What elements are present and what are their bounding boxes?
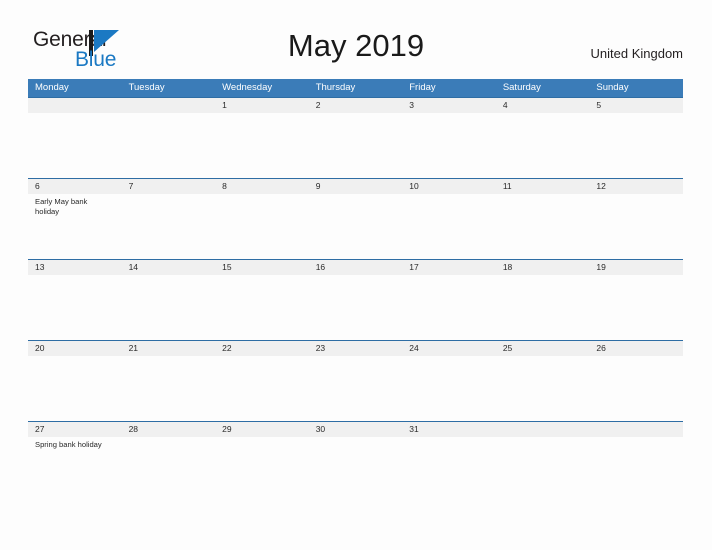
day-number: 8 bbox=[222, 181, 227, 191]
day-cell[interactable]: 13 bbox=[28, 259, 122, 340]
day-cell[interactable]: 1 bbox=[215, 97, 309, 178]
day-cell[interactable]: 8 bbox=[215, 178, 309, 259]
page-header: General Blue May 2019 United Kingdom bbox=[0, 0, 712, 78]
day-cell[interactable]: 22 bbox=[215, 340, 309, 421]
day-event: Early May bank holiday bbox=[35, 197, 88, 216]
day-number: 11 bbox=[502, 181, 512, 191]
day-cell[interactable]: 28 bbox=[122, 421, 216, 502]
day-cell[interactable]: 25 bbox=[496, 340, 590, 421]
week-row: 6 Early May bank holiday 7 8 9 10 11 12 bbox=[28, 178, 683, 259]
day-cell[interactable]: 24 bbox=[402, 340, 496, 421]
day-cell[interactable]: 9 bbox=[309, 178, 403, 259]
weekday-header-sunday: Sunday bbox=[596, 82, 629, 93]
day-number: 22 bbox=[222, 343, 232, 353]
day-cell[interactable] bbox=[122, 97, 216, 178]
day-number: 6 bbox=[35, 181, 40, 191]
day-number: 23 bbox=[315, 343, 326, 353]
day-cell[interactable]: 2 bbox=[309, 97, 403, 178]
day-number: 28 bbox=[128, 424, 139, 434]
weekday-header-thursday: Thursday bbox=[315, 82, 356, 93]
week-row: 13 14 15 16 17 18 19 bbox=[28, 259, 683, 340]
day-number: 18 bbox=[502, 262, 513, 272]
day-cell[interactable]: 29 bbox=[215, 421, 309, 502]
weekday-header-saturday: Saturday bbox=[502, 82, 541, 93]
day-cell[interactable]: 30 bbox=[309, 421, 403, 502]
day-cell[interactable]: 7 bbox=[122, 178, 216, 259]
day-number: 15 bbox=[222, 262, 232, 272]
day-number bbox=[503, 421, 585, 437]
day-number: 21 bbox=[128, 343, 139, 353]
day-event: Spring bank holiday bbox=[35, 440, 102, 449]
day-cell[interactable] bbox=[589, 421, 683, 502]
day-number: 27 bbox=[35, 424, 45, 434]
weekday-header-friday: Friday bbox=[409, 82, 436, 93]
day-number: 26 bbox=[596, 343, 606, 353]
day-number: 30 bbox=[315, 424, 326, 434]
weekday-header-row: Monday Tuesday Wednesday Thursday Friday… bbox=[28, 79, 683, 97]
day-number: 2 bbox=[315, 100, 321, 110]
day-number: 20 bbox=[35, 343, 45, 353]
day-number: 1 bbox=[222, 100, 227, 110]
day-number: 17 bbox=[409, 262, 419, 272]
day-cell[interactable]: 17 bbox=[402, 259, 496, 340]
day-number: 7 bbox=[128, 181, 134, 191]
week-row: 1 2 3 4 5 bbox=[28, 97, 683, 178]
day-number: 3 bbox=[409, 100, 414, 110]
day-cell[interactable] bbox=[496, 421, 590, 502]
day-cell[interactable]: 5 bbox=[589, 97, 683, 178]
day-number: 12 bbox=[596, 181, 606, 191]
day-cell[interactable]: 3 bbox=[402, 97, 496, 178]
day-cell[interactable]: 11 bbox=[496, 178, 590, 259]
week-row: 27 Spring bank holiday 28 29 30 31 bbox=[28, 421, 683, 502]
day-number: 4 bbox=[502, 100, 508, 110]
country-label: United Kingdom bbox=[590, 46, 684, 61]
day-cell[interactable]: 27 Spring bank holiday bbox=[28, 421, 122, 502]
week-row: 20 21 22 23 24 25 26 bbox=[28, 340, 683, 421]
day-cell[interactable]: 31 bbox=[402, 421, 496, 502]
day-number: 14 bbox=[128, 262, 139, 272]
day-number: 10 bbox=[409, 181, 419, 191]
day-number: 31 bbox=[409, 424, 419, 434]
weekday-header-tuesday: Tuesday bbox=[128, 82, 165, 93]
day-cell[interactable]: 6 Early May bank holiday bbox=[28, 178, 122, 259]
weekday-header-monday: Monday bbox=[35, 82, 69, 93]
day-cell[interactable]: 20 bbox=[28, 340, 122, 421]
day-cell[interactable]: 26 bbox=[589, 340, 683, 421]
day-cell[interactable]: 15 bbox=[215, 259, 309, 340]
day-number: 25 bbox=[502, 343, 513, 353]
day-cell[interactable]: 19 bbox=[589, 259, 683, 340]
day-cell[interactable]: 23 bbox=[309, 340, 403, 421]
day-number: 16 bbox=[315, 262, 326, 272]
day-cell[interactable]: 18 bbox=[496, 259, 590, 340]
day-cell[interactable] bbox=[28, 97, 122, 178]
day-cell[interactable]: 16 bbox=[309, 259, 403, 340]
day-number: 13 bbox=[35, 262, 45, 272]
day-number: 9 bbox=[315, 181, 321, 191]
weekday-header-wednesday: Wednesday bbox=[222, 82, 273, 93]
day-number: 24 bbox=[409, 343, 419, 353]
calendar-page: General Blue May 2019 United Kingdom Mon… bbox=[0, 0, 712, 550]
day-cell[interactable]: 14 bbox=[122, 259, 216, 340]
calendar-grid: Monday Tuesday Wednesday Thursday Friday… bbox=[28, 79, 683, 502]
day-cell[interactable]: 10 bbox=[402, 178, 496, 259]
day-cell[interactable]: 12 bbox=[589, 178, 683, 259]
day-number bbox=[129, 97, 211, 113]
day-number bbox=[35, 97, 117, 113]
day-cell[interactable]: 4 bbox=[496, 97, 590, 178]
day-number: 19 bbox=[596, 262, 606, 272]
day-number bbox=[596, 421, 678, 437]
day-number: 29 bbox=[222, 424, 232, 434]
day-cell[interactable]: 21 bbox=[122, 340, 216, 421]
day-number: 5 bbox=[596, 100, 602, 110]
